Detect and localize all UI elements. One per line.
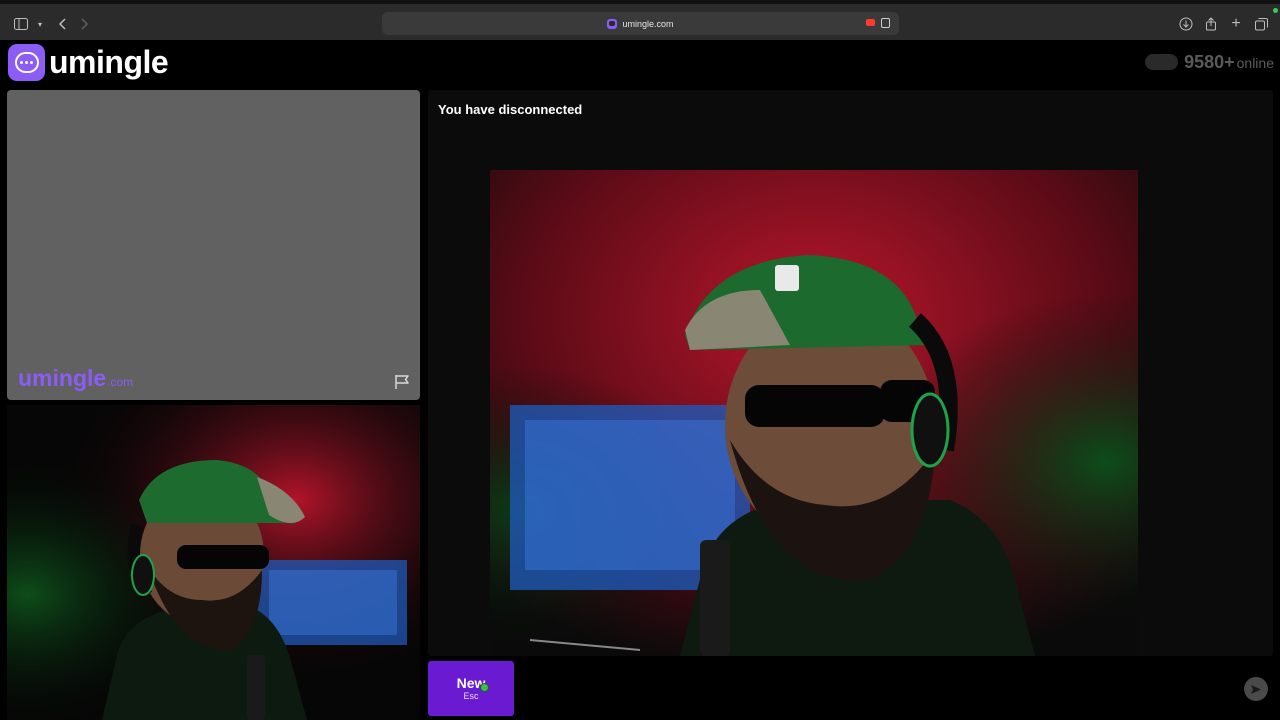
address-bar[interactable]: umingle.com — [382, 12, 899, 35]
report-flag-icon[interactable] — [394, 374, 411, 390]
connection-status: You have disconnected — [438, 102, 583, 117]
tab-overview-icon[interactable] — [1252, 15, 1270, 33]
url-text: umingle.com — [622, 18, 674, 29]
forward-icon[interactable] — [76, 15, 94, 33]
watermark-name: umingle — [18, 365, 107, 391]
new-tab-icon[interactable]: + — [1227, 15, 1245, 33]
online-label: online — [1236, 55, 1274, 71]
reader-mode-icon[interactable] — [881, 18, 890, 28]
new-button-shortcut: Esc — [463, 691, 479, 701]
site-logo[interactable]: umingle — [8, 44, 169, 81]
online-indicator: 9580+ online — [1145, 52, 1274, 73]
status-dot — [1273, 8, 1278, 13]
back-icon[interactable] — [53, 15, 71, 33]
new-chat-button[interactable]: New Esc — [428, 661, 514, 716]
watermark-tld: .com — [107, 375, 134, 389]
stranger-camera-video — [490, 170, 1138, 656]
chevron-down-icon[interactable]: ▾ — [31, 15, 49, 33]
download-icon[interactable] — [1177, 15, 1195, 33]
self-camera-video — [7, 405, 420, 720]
partner-placeholder-panel: umingle .com — [7, 90, 420, 400]
chat-bubble-icon — [8, 44, 45, 81]
logo-text: umingle — [49, 44, 169, 80]
sidebar-toggle-icon[interactable] — [12, 15, 30, 33]
online-toggle[interactable] — [1145, 54, 1179, 70]
send-button[interactable] — [1244, 677, 1268, 701]
stranger-video-panel: You have disconnected — [428, 90, 1273, 656]
message-input[interactable] — [520, 661, 1273, 716]
watermark: umingle .com — [18, 365, 133, 392]
send-arrow-icon — [1251, 684, 1261, 694]
online-count: 9580+ — [1184, 52, 1235, 72]
browser-toolbar: ▾ umingle.com + — [0, 0, 1280, 40]
share-icon[interactable] — [1202, 15, 1220, 33]
mouse-cursor-indicator — [480, 683, 489, 692]
camera-recording-icon[interactable] — [866, 19, 875, 26]
site-favicon-icon — [607, 18, 618, 29]
